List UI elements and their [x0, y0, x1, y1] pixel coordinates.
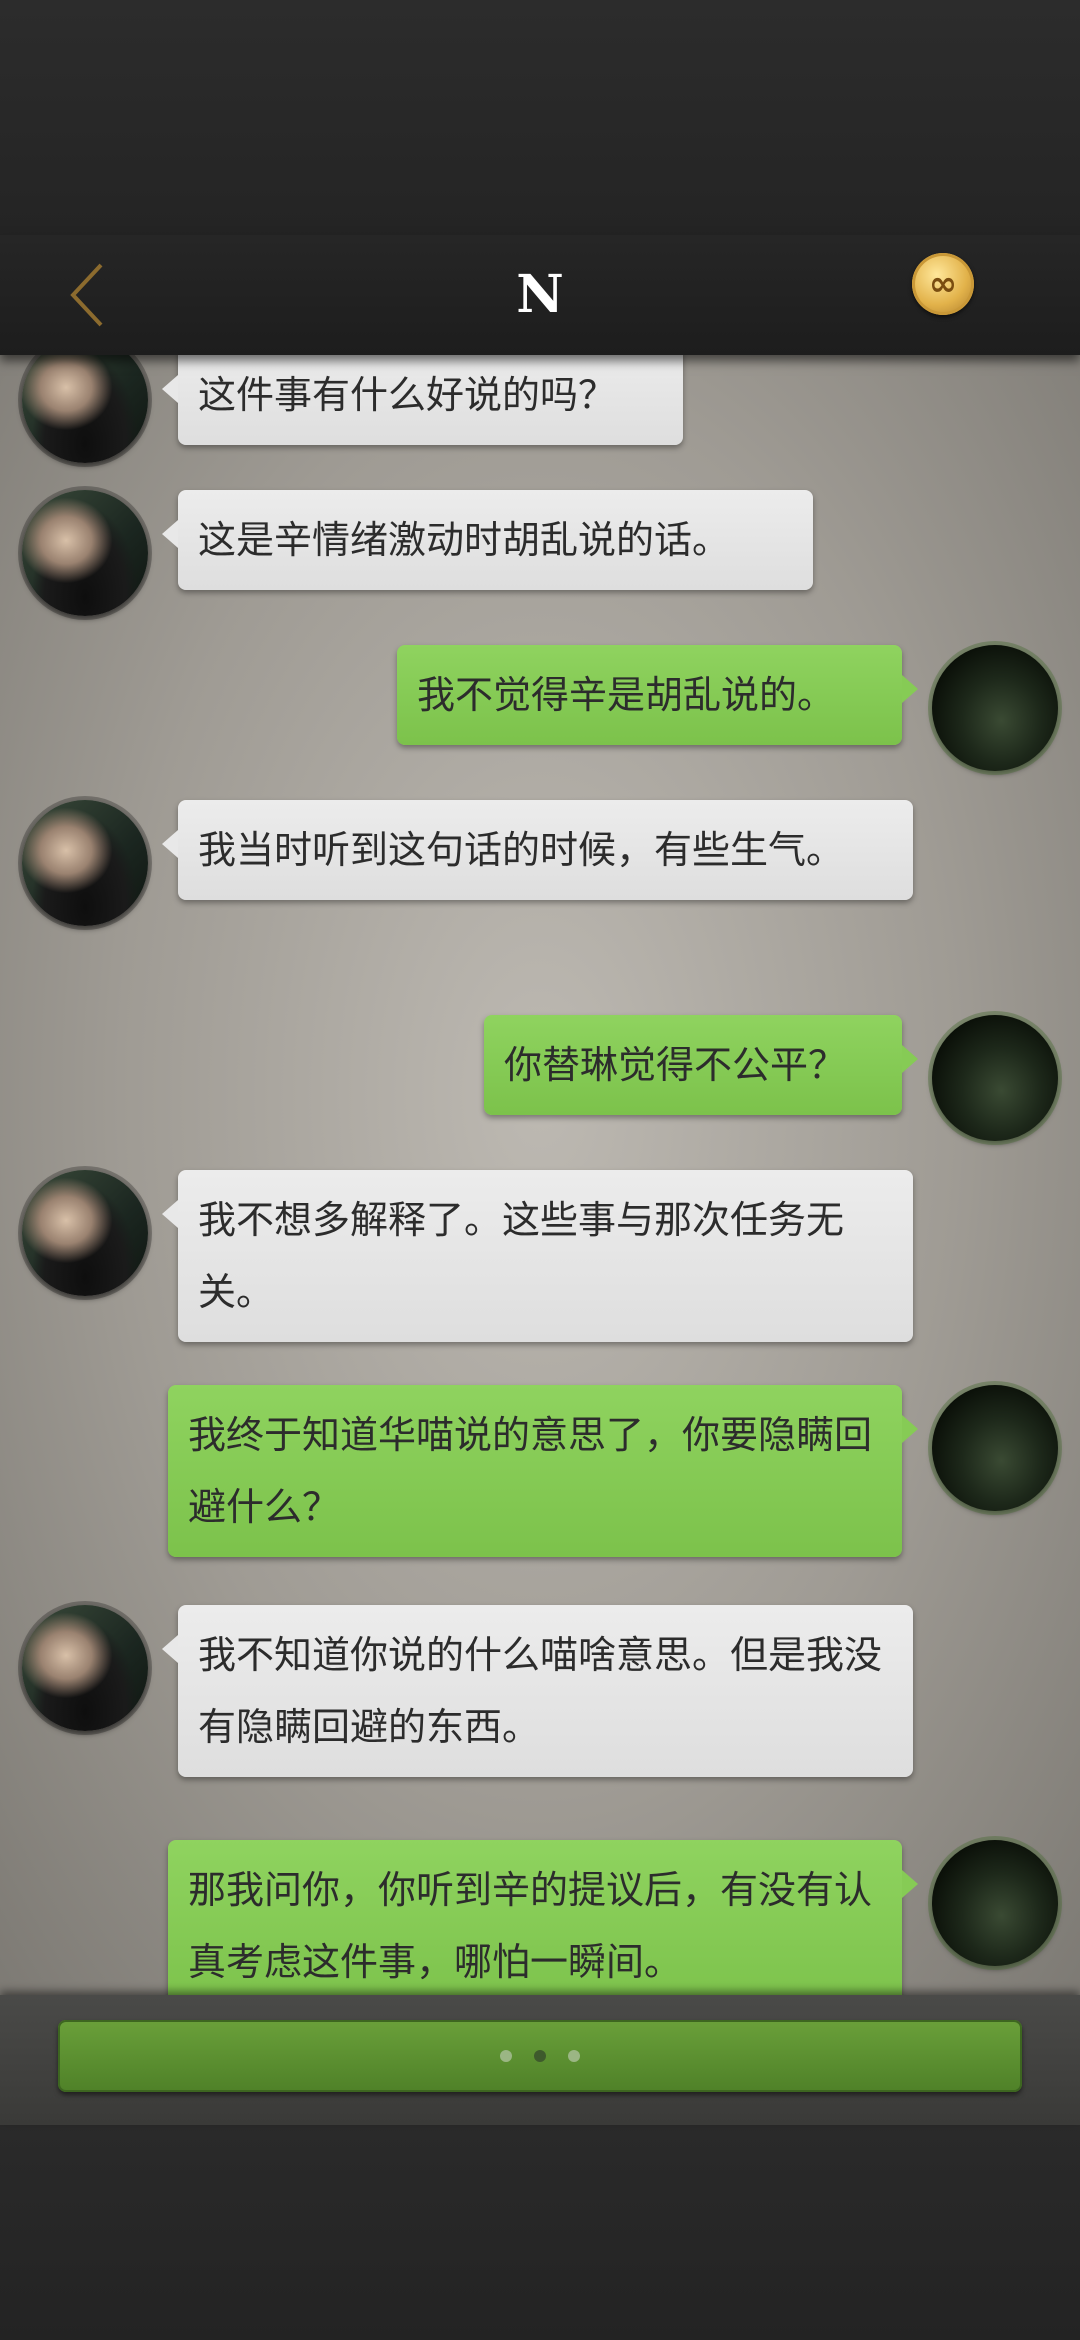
coin-infinity-icon[interactable]: ∞ — [912, 253, 974, 315]
user-avatar[interactable] — [932, 1015, 1058, 1141]
message-bubble-sent: 你替琳觉得不公平？ — [484, 1015, 918, 1115]
message-bubble-received: 我不想多解释了。这些事与那次任务无关。 — [162, 1170, 913, 1342]
contact-avatar[interactable] — [22, 800, 148, 926]
reply-options-button[interactable] — [58, 2020, 1022, 2092]
typing-dot — [500, 2050, 512, 2062]
message-bubble-received: 这是辛情绪激动时胡乱说的话。 — [162, 490, 813, 590]
input-bar — [0, 1995, 1080, 2125]
bottom-area — [0, 2125, 1080, 2340]
user-avatar[interactable] — [932, 645, 1058, 771]
contact-avatar[interactable] — [22, 355, 148, 463]
user-avatar[interactable] — [932, 1385, 1058, 1511]
chat-area[interactable]: 这件事有什么好说的吗？ 这是辛情绪激动时胡乱说的话。 我不觉得辛是胡乱说的。 我… — [0, 355, 1080, 1995]
message-bubble-received: 这件事有什么好说的吗？ — [162, 355, 683, 445]
status-area — [0, 0, 1080, 235]
contact-avatar[interactable] — [22, 490, 148, 616]
contact-avatar[interactable] — [22, 1605, 148, 1731]
message-bubble-sent: 我终于知道华喵说的意思了，你要隐瞒回避什么？ — [168, 1385, 918, 1557]
message-bubble-received: 我当时听到这句话的时候，有些生气。 — [162, 800, 913, 900]
message-bubble-received: 我不知道你说的什么喵啥意思。但是我没有隐瞒回避的东西。 — [162, 1605, 913, 1777]
contact-avatar[interactable] — [22, 1170, 148, 1296]
typing-dot — [568, 2050, 580, 2062]
typing-dot — [534, 2050, 546, 2062]
message-bubble-sent: 那我问你，你听到辛的提议后，有没有认真考虑这件事，哪怕一瞬间。 — [168, 1840, 918, 1995]
user-avatar[interactable] — [932, 1840, 1058, 1966]
message-bubble-sent: 我不觉得辛是胡乱说的。 — [397, 645, 918, 745]
